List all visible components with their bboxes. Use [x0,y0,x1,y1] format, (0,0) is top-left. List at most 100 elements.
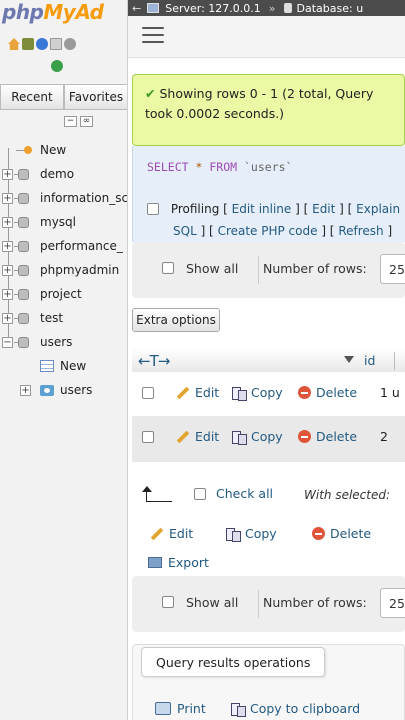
number-of-rows-label: Number of rows: [263,261,367,276]
check-all-checkbox[interactable] [194,487,206,500]
tree-item-project[interactable]: + project [0,282,127,306]
bulk-copy-button[interactable]: Copy [226,526,277,542]
home-icon[interactable] [8,38,20,50]
logout-icon[interactable] [22,38,34,50]
tree-item-new[interactable]: New [0,138,127,162]
sort-descending-icon[interactable] [344,356,354,363]
tree-item-performance-schema[interactable]: + performance_ [0,234,127,258]
collapse-sidebar-icon[interactable]: ← [132,2,141,15]
row-edit-action[interactable]: Edit [176,385,219,400]
row-delete-action[interactable]: Delete [298,429,357,444]
documentation-icon[interactable] [50,38,62,50]
row-edit-action[interactable]: Edit [176,429,219,444]
divider [258,590,259,618]
table-structure-icon [40,384,54,396]
help-icon[interactable] [36,38,48,50]
tree-item-information-schema[interactable]: + information_sc [0,186,127,210]
breadcrumb-database[interactable]: Database: u [297,2,364,15]
tree-item-new-table[interactable]: New [0,354,127,378]
tree-item-phpmyadmin[interactable]: + phpmyadmin [0,258,127,282]
show-all-label[interactable]: Show all [186,595,238,610]
tree-item-label[interactable]: users [40,335,72,349]
tree-item-label[interactable]: New [40,143,66,157]
logo-myadmin-text: MyAd [43,0,104,24]
breadcrumb-separator: » [268,1,276,15]
edit-link[interactable]: Edit [312,202,335,216]
collapse-all-icon[interactable]: − [64,116,77,127]
tree-item-demo[interactable]: + demo [0,162,127,186]
bulk-delete-button[interactable]: Delete [312,526,371,541]
copy-to-clipboard-button[interactable]: Copy to clipboard [231,701,360,717]
tree-item-label[interactable]: project [40,287,82,301]
recent-favorites-tabs: Recent Favorites [0,84,127,110]
show-all-checkbox[interactable] [162,262,174,274]
database-icon [283,3,292,13]
database-icon [14,288,32,301]
copy-icon [226,527,241,542]
expand-icon[interactable]: + [2,240,13,252]
explain-sql-link-cont[interactable]: SQL [173,224,197,238]
breadcrumb-server[interactable]: Server: 127.0.0.1 [165,2,261,15]
tree-item-label[interactable]: New [60,359,86,373]
column-header-id[interactable]: id [364,353,375,368]
show-all-label[interactable]: Show all [186,261,238,276]
refresh-link[interactable]: Refresh [338,224,383,238]
collapse-icon[interactable]: − [2,336,13,348]
print-button[interactable]: Print [155,701,206,716]
number-of-rows-label: Number of rows: [263,595,367,610]
tree-item-label[interactable]: information_sc [40,191,127,205]
database-icon [14,336,32,349]
expand-icon[interactable]: + [2,264,13,276]
row-checkbox[interactable] [142,431,154,443]
tree-item-test[interactable]: + test [0,306,127,330]
expand-icon[interactable]: + [2,168,13,180]
extra-options-button[interactable]: Extra options [132,308,220,332]
tree-item-mysql[interactable]: + mysql [0,210,127,234]
tree-item-label[interactable]: users [60,383,92,397]
row-checkbox[interactable] [142,387,154,399]
tree-item-label[interactable]: test [40,311,63,325]
tab-favorites[interactable]: Favorites [64,84,127,110]
row-copy-action[interactable]: Copy [232,385,283,401]
delete-label: Delete [330,526,372,541]
copy-label: Copy [251,385,283,400]
link-icon[interactable]: ∞ [80,116,93,127]
profiling-checkbox[interactable] [147,203,159,215]
check-all[interactable]: Check all [194,486,273,501]
breadcrumb: ← Server: 127.0.0.1 » Database: u [128,0,405,16]
edit-label: Edit [195,385,220,400]
server-icon [147,3,160,13]
show-all-checkbox[interactable] [162,596,174,608]
hamburger-menu-icon[interactable] [142,27,164,45]
tab-recent[interactable]: Recent [0,84,64,110]
tree-item-users[interactable]: − users [0,330,127,354]
copy-icon [232,430,247,445]
number-of-rows-select[interactable]: 25 [380,588,405,618]
bulk-edit-button[interactable]: Edit [150,526,193,541]
tree-item-label[interactable]: phpmyadmin [40,263,119,277]
create-php-code-link[interactable]: Create PHP code [218,224,318,238]
number-of-rows-select[interactable]: 25 [380,254,405,284]
expand-icon[interactable]: + [2,312,13,324]
row-copy-action[interactable]: Copy [232,429,283,445]
database-icon [14,192,32,205]
check-all-label[interactable]: Check all [216,486,273,501]
expand-icon[interactable]: + [2,288,13,300]
row-delete-action[interactable]: Delete [298,385,357,400]
reload-icon[interactable] [51,60,63,72]
column-nav-arrows[interactable]: ←T→ [138,352,170,370]
expand-icon[interactable]: + [2,192,13,204]
expand-icon[interactable]: + [20,384,31,396]
cell-id[interactable]: 1 u [380,385,400,400]
settings-icon[interactable] [64,38,76,50]
expand-icon[interactable]: + [2,216,13,228]
bulk-export-button[interactable]: Export [148,555,209,570]
edit-inline-link[interactable]: Edit inline [232,202,292,216]
explain-sql-link[interactable]: Explain [356,202,400,216]
tree-item-label[interactable]: mysql [40,215,76,229]
tree-item-label[interactable]: performance_ [40,239,123,253]
phpmyadmin-logo[interactable]: phpMyAd [2,0,104,24]
tree-item-users-table[interactable]: + users [0,378,127,402]
cell-id[interactable]: 2 [380,429,388,444]
tree-item-label[interactable]: demo [40,167,74,181]
